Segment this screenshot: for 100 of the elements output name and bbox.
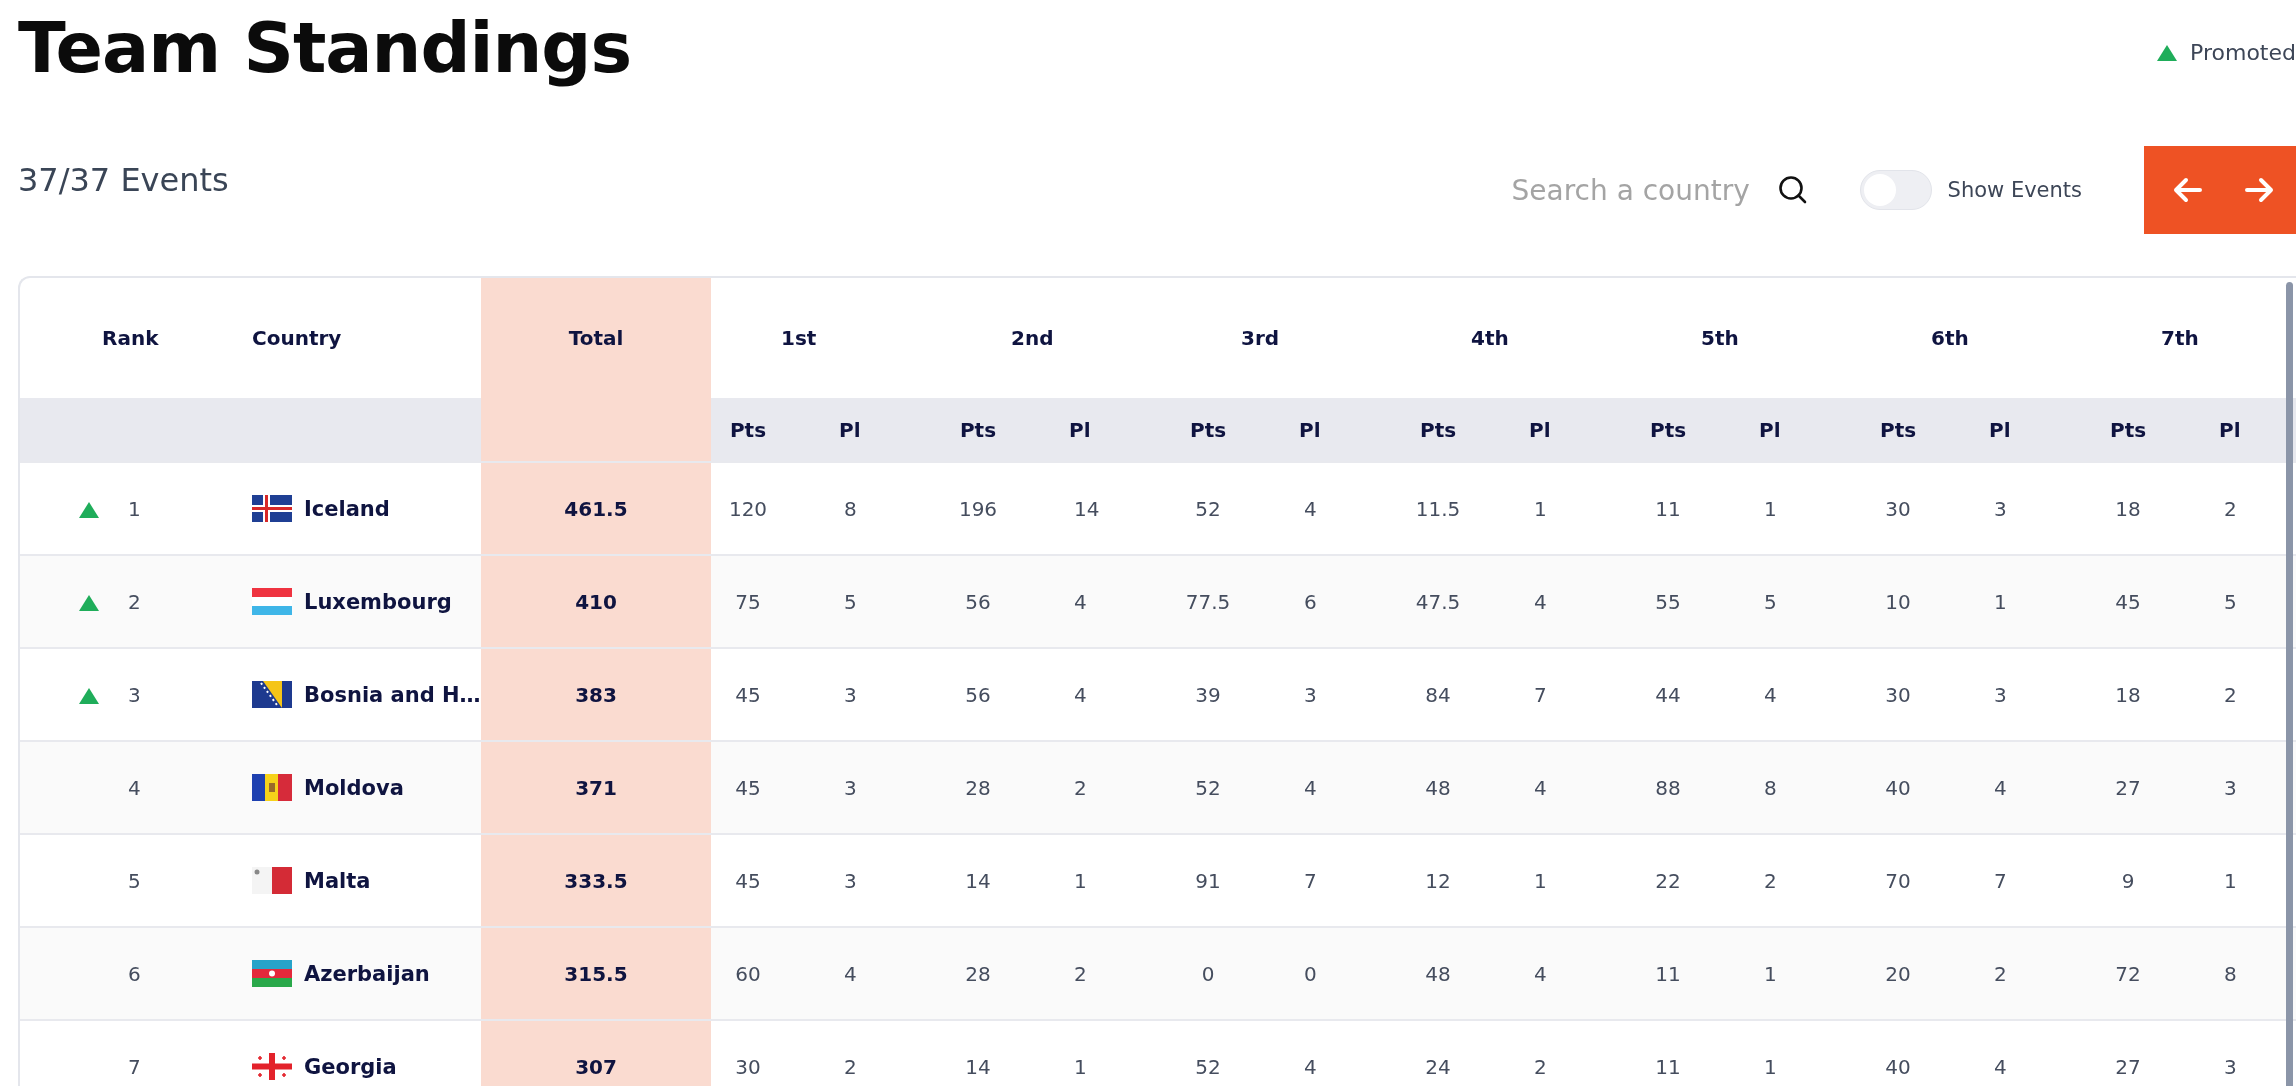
table-cell: 4 xyxy=(1304,1054,1317,1079)
toggle-switch[interactable] xyxy=(1859,170,1932,210)
table-cell: 8 xyxy=(1764,775,1777,800)
table-cell: 2 xyxy=(844,1054,857,1079)
rank-number: 6 xyxy=(128,961,141,986)
subcolumn-header: Pl xyxy=(2219,417,2241,442)
table-cell: 39 xyxy=(1195,682,1221,707)
country-name: Iceland xyxy=(304,496,390,521)
table-cell: 1 xyxy=(1764,1054,1777,1079)
column-header: Country xyxy=(252,326,342,350)
table-cell: 91 xyxy=(1195,868,1221,893)
table-cell: 52 xyxy=(1195,496,1221,521)
table-cell: 45 xyxy=(735,868,761,893)
table-cell: 4 xyxy=(1534,961,1547,986)
table-cell: 56 xyxy=(965,589,991,614)
table-cell: 47.5 xyxy=(1415,589,1461,614)
column-header: 3rd xyxy=(1241,326,1280,350)
search-icon[interactable] xyxy=(1777,175,1808,205)
table-cell: 196 xyxy=(958,496,998,521)
subcolumn-header: Pl xyxy=(1069,417,1091,442)
arrow-left-icon[interactable] xyxy=(2171,177,2202,203)
events-count: 37/37 Events xyxy=(18,161,229,199)
table-cell: 7 xyxy=(1994,868,2007,893)
table-cell: 52 xyxy=(1195,1054,1221,1079)
subcolumn-header: Pts xyxy=(1420,417,1457,442)
flag-icon xyxy=(252,1053,292,1080)
table-cell: 1 xyxy=(1994,589,2007,614)
table-cell: 1 xyxy=(1764,496,1777,521)
table-cell: 14 xyxy=(1074,496,1100,521)
table-cell: 70 xyxy=(1885,868,1911,893)
search-field[interactable]: Search a country xyxy=(1511,173,1808,207)
table-cell: 18 xyxy=(2115,682,2141,707)
table-cell: 9 xyxy=(2121,868,2135,893)
table-cell: 4 xyxy=(1534,775,1547,800)
table-cell: 3 xyxy=(1994,496,2007,521)
table-cell: 11.5 xyxy=(1415,496,1461,521)
table-cell: 4 xyxy=(844,961,857,986)
table-cell: 30 xyxy=(1885,496,1911,521)
country-name: Malta xyxy=(304,868,371,893)
total-points: 307 xyxy=(575,1054,617,1079)
table-cell: 24 xyxy=(1425,1054,1451,1079)
table-cell: 45 xyxy=(2115,589,2141,614)
page-title: Team Standings xyxy=(18,10,632,87)
scrollbar[interactable] xyxy=(2286,282,2293,1086)
subcolumn-header: Pts xyxy=(1650,417,1687,442)
total-points: 410 xyxy=(575,589,617,614)
flag-icon xyxy=(252,588,292,615)
table-cell: 56 xyxy=(965,682,991,707)
table-cell: 4 xyxy=(1074,589,1087,614)
table-cell: 11 xyxy=(1655,961,1681,986)
table-cell: 2 xyxy=(1764,868,1777,893)
country-name: Georgia xyxy=(304,1054,397,1079)
table-cell: 30 xyxy=(735,1054,761,1079)
table-cell: 3 xyxy=(1304,682,1317,707)
table-cell: 44 xyxy=(1655,682,1681,707)
subcolumn-header: Pl xyxy=(839,417,861,442)
table-cell: 48 xyxy=(1425,775,1451,800)
table-cell: 4 xyxy=(1304,775,1317,800)
table-cell: 0 xyxy=(1201,961,1215,986)
column-header: 4th xyxy=(1471,326,1509,350)
table-cell: 1 xyxy=(1074,868,1087,893)
table-cell: 1 xyxy=(2224,868,2237,893)
flag-icon xyxy=(252,867,292,894)
arrow-right-icon[interactable] xyxy=(2244,177,2275,203)
rank-number: 3 xyxy=(128,682,141,707)
subcolumn-header: Pl xyxy=(1759,417,1781,442)
table-cell: 12 xyxy=(1425,868,1451,893)
table-cell: 2 xyxy=(1534,1054,1547,1079)
table-cell: 28 xyxy=(965,775,991,800)
column-header: 7th xyxy=(2161,326,2199,350)
table-cell: 10 xyxy=(1885,589,1911,614)
rank-number: 1 xyxy=(128,496,141,521)
table-cell: 14 xyxy=(965,868,991,893)
toggle-label: Show Events xyxy=(1947,178,2082,202)
table-cell: 11 xyxy=(1655,1054,1681,1079)
table-cell: 0 xyxy=(1304,961,1317,986)
table-cell: 2 xyxy=(1994,961,2007,986)
table-cell: 5 xyxy=(1764,589,1777,614)
table-cell: 77.5 xyxy=(1185,589,1231,614)
table-cell: 3 xyxy=(844,775,857,800)
table-cell: 2 xyxy=(2224,682,2237,707)
legend-label: Promoted xyxy=(2190,40,2296,65)
table-cell: 1 xyxy=(1074,1054,1087,1079)
country-name: Moldova xyxy=(304,775,404,800)
table-cell: 75 xyxy=(735,589,761,614)
table-cell: 8 xyxy=(2224,961,2237,986)
flag-icon xyxy=(252,681,292,708)
total-points: 315.5 xyxy=(564,961,628,986)
triangle-icon xyxy=(2156,43,2179,62)
table-cell: 72 xyxy=(2115,961,2141,986)
table-cell: 7 xyxy=(1534,682,1547,707)
table-cell: 18 xyxy=(2115,496,2141,521)
rank-number: 5 xyxy=(128,868,141,893)
table-cell: 2 xyxy=(2224,496,2237,521)
subcolumn-header: Pts xyxy=(1189,417,1227,442)
table-cell: 45 xyxy=(735,775,761,800)
table-cell: 3 xyxy=(2224,775,2237,800)
table-cell: 28 xyxy=(965,961,991,986)
subcolumn-header: Pts xyxy=(1880,417,1917,442)
total-points: 333.5 xyxy=(564,868,628,893)
